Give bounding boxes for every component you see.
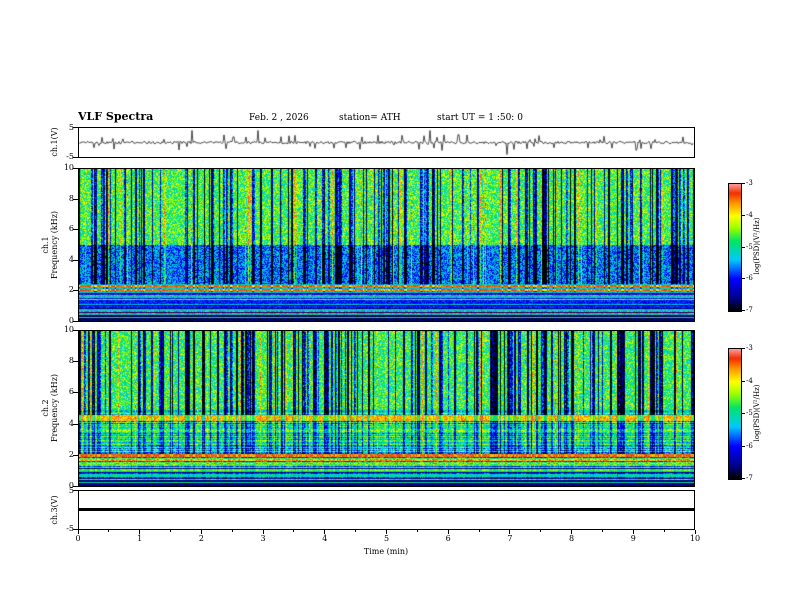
x-minor-tick-mark: [108, 530, 110, 532]
figure-title: VLF Spectra: [78, 110, 154, 123]
y-tick-mark: [73, 168, 78, 169]
ch2-spectrogram-ylabel-line1: ch.2: [41, 399, 50, 417]
ch3-waveform-ylabel-text: ch.3(V): [49, 495, 59, 525]
ch1-spectrogram-ylabel-line1: ch.1: [41, 236, 50, 254]
colorbar-tick-mark: [742, 246, 745, 248]
x-axis-title: Time (min): [363, 547, 409, 556]
colorbar-tick-label: -5: [746, 242, 753, 251]
y-tick-mark: [73, 290, 78, 291]
colorbar2-label: log(PSD)(V²/Hz): [752, 363, 762, 463]
y-tick-mark: [73, 361, 78, 362]
y-tick-label: 6: [68, 224, 74, 234]
ch2-spectrogram-ylabel-line2: Frequency (kHz): [50, 373, 59, 443]
y-tick-label: 8: [68, 193, 74, 203]
colorbar1-label: log(PSD)(V²/Hz): [752, 196, 762, 296]
x-tick-label: 8: [569, 534, 575, 543]
ch1-spectrogram-heatmap: [79, 169, 694, 321]
x-tick-label: 1: [137, 534, 143, 543]
y-tick-label: -5: [66, 152, 74, 161]
colorbar-tick-label: -5: [746, 409, 753, 417]
colorbar1-gradient: [729, 184, 741, 311]
x-minor-tick-mark: [540, 530, 542, 532]
x-tick-label: 7: [507, 534, 513, 543]
y-tick-label: 10: [63, 163, 74, 172]
colorbar-tick-label: -3: [746, 344, 753, 352]
y-tick-label: 0: [68, 316, 74, 325]
ch3-flat-trace: [79, 508, 694, 511]
header-station: station= ATH: [339, 113, 401, 123]
colorbar-tick-label: -7: [746, 306, 753, 314]
colorbar-tick-mark: [742, 183, 745, 184]
ch2-spectrogram-heatmap: [79, 331, 694, 486]
y-tick-label: -5: [66, 524, 74, 533]
y-tick-mark: [73, 157, 78, 158]
x-minor-tick-mark: [293, 530, 295, 532]
y-tick-mark: [73, 321, 78, 322]
y-tick-mark: [73, 330, 78, 331]
y-tick-label: 2: [68, 449, 74, 459]
ch1-waveform-panel: [78, 127, 695, 158]
colorbar-tick-mark: [742, 380, 745, 382]
colorbar-tick-mark: [742, 478, 745, 479]
colorbar-tick-mark: [742, 214, 745, 216]
ch2-spectrogram-panel: [78, 330, 695, 487]
y-tick-label: 2: [68, 285, 74, 295]
y-tick-label: 5: [68, 486, 74, 495]
ch1-spectrogram-panel: [78, 168, 695, 322]
y-tick-mark: [73, 455, 78, 456]
x-tick-label: 2: [198, 534, 204, 543]
x-tick-label: 0: [75, 534, 81, 543]
colorbar-tick-mark: [742, 348, 745, 349]
y-tick-label: 4: [68, 418, 74, 428]
vlf-spectra-figure: VLF Spectra Feb. 2 , 2026 station= ATH s…: [0, 0, 792, 612]
y-tick-label: 10: [63, 325, 74, 334]
y-tick-label: 6: [68, 387, 74, 397]
colorbar-tick-mark: [742, 413, 745, 414]
x-tick-label: 6: [445, 534, 451, 543]
y-tick-mark: [73, 424, 78, 425]
x-tick-label: 10: [689, 534, 701, 543]
y-tick-mark: [73, 490, 78, 491]
colorbar2-box: [728, 348, 742, 480]
x-minor-tick-mark: [170, 530, 172, 532]
colorbar2-label-text: log(PSD)(V²/Hz): [752, 384, 761, 442]
colorbar-tick-label: -7: [746, 474, 753, 482]
x-tick-label: 3: [260, 534, 266, 543]
y-tick-mark: [73, 260, 78, 261]
colorbar-tick-label: -4: [746, 210, 753, 219]
colorbar1-label-text: log(PSD)(V²/Hz): [752, 217, 761, 275]
ch3-waveform-panel: [78, 490, 695, 530]
y-tick-mark: [73, 199, 78, 200]
ch2-spectrogram-ylabel: ch.2 Frequency (kHz): [40, 350, 60, 466]
x-minor-tick-mark: [601, 530, 603, 532]
colorbar1-box: [728, 183, 742, 312]
colorbar-tick-mark: [742, 310, 745, 311]
x-minor-tick-mark: [478, 530, 480, 532]
colorbar-tick-label: -6: [746, 441, 753, 450]
y-tick-label: 8: [68, 356, 74, 366]
colorbar2-gradient: [729, 349, 741, 479]
colorbar-tick-mark: [742, 445, 745, 447]
x-minor-tick-mark: [416, 530, 418, 532]
x-minor-tick-mark: [231, 530, 233, 532]
y-tick-label: 5: [68, 123, 74, 132]
x-minor-tick-mark: [355, 530, 357, 532]
y-tick-label: 4: [68, 254, 74, 264]
y-tick-mark: [73, 392, 78, 393]
header-date: Feb. 2 , 2026: [249, 113, 309, 123]
colorbar-tick-label: -6: [746, 274, 753, 283]
colorbar-tick-label: -3: [746, 179, 753, 187]
x-tick-label: 5: [383, 534, 390, 543]
ch1-spectrogram-ylabel-line2: Frequency (kHz): [50, 210, 59, 280]
colorbar-tick-mark: [742, 278, 745, 280]
colorbar-tick-label: -4: [746, 376, 753, 385]
x-tick-label: 4: [322, 534, 328, 543]
x-tick-label: 9: [630, 534, 636, 543]
ch1-waveform-trace: [79, 128, 694, 157]
y-tick-mark: [73, 229, 78, 230]
header-start-ut: start UT = 1 :50: 0: [437, 113, 523, 123]
y-tick-mark: [73, 127, 78, 128]
x-minor-tick-mark: [663, 530, 665, 532]
